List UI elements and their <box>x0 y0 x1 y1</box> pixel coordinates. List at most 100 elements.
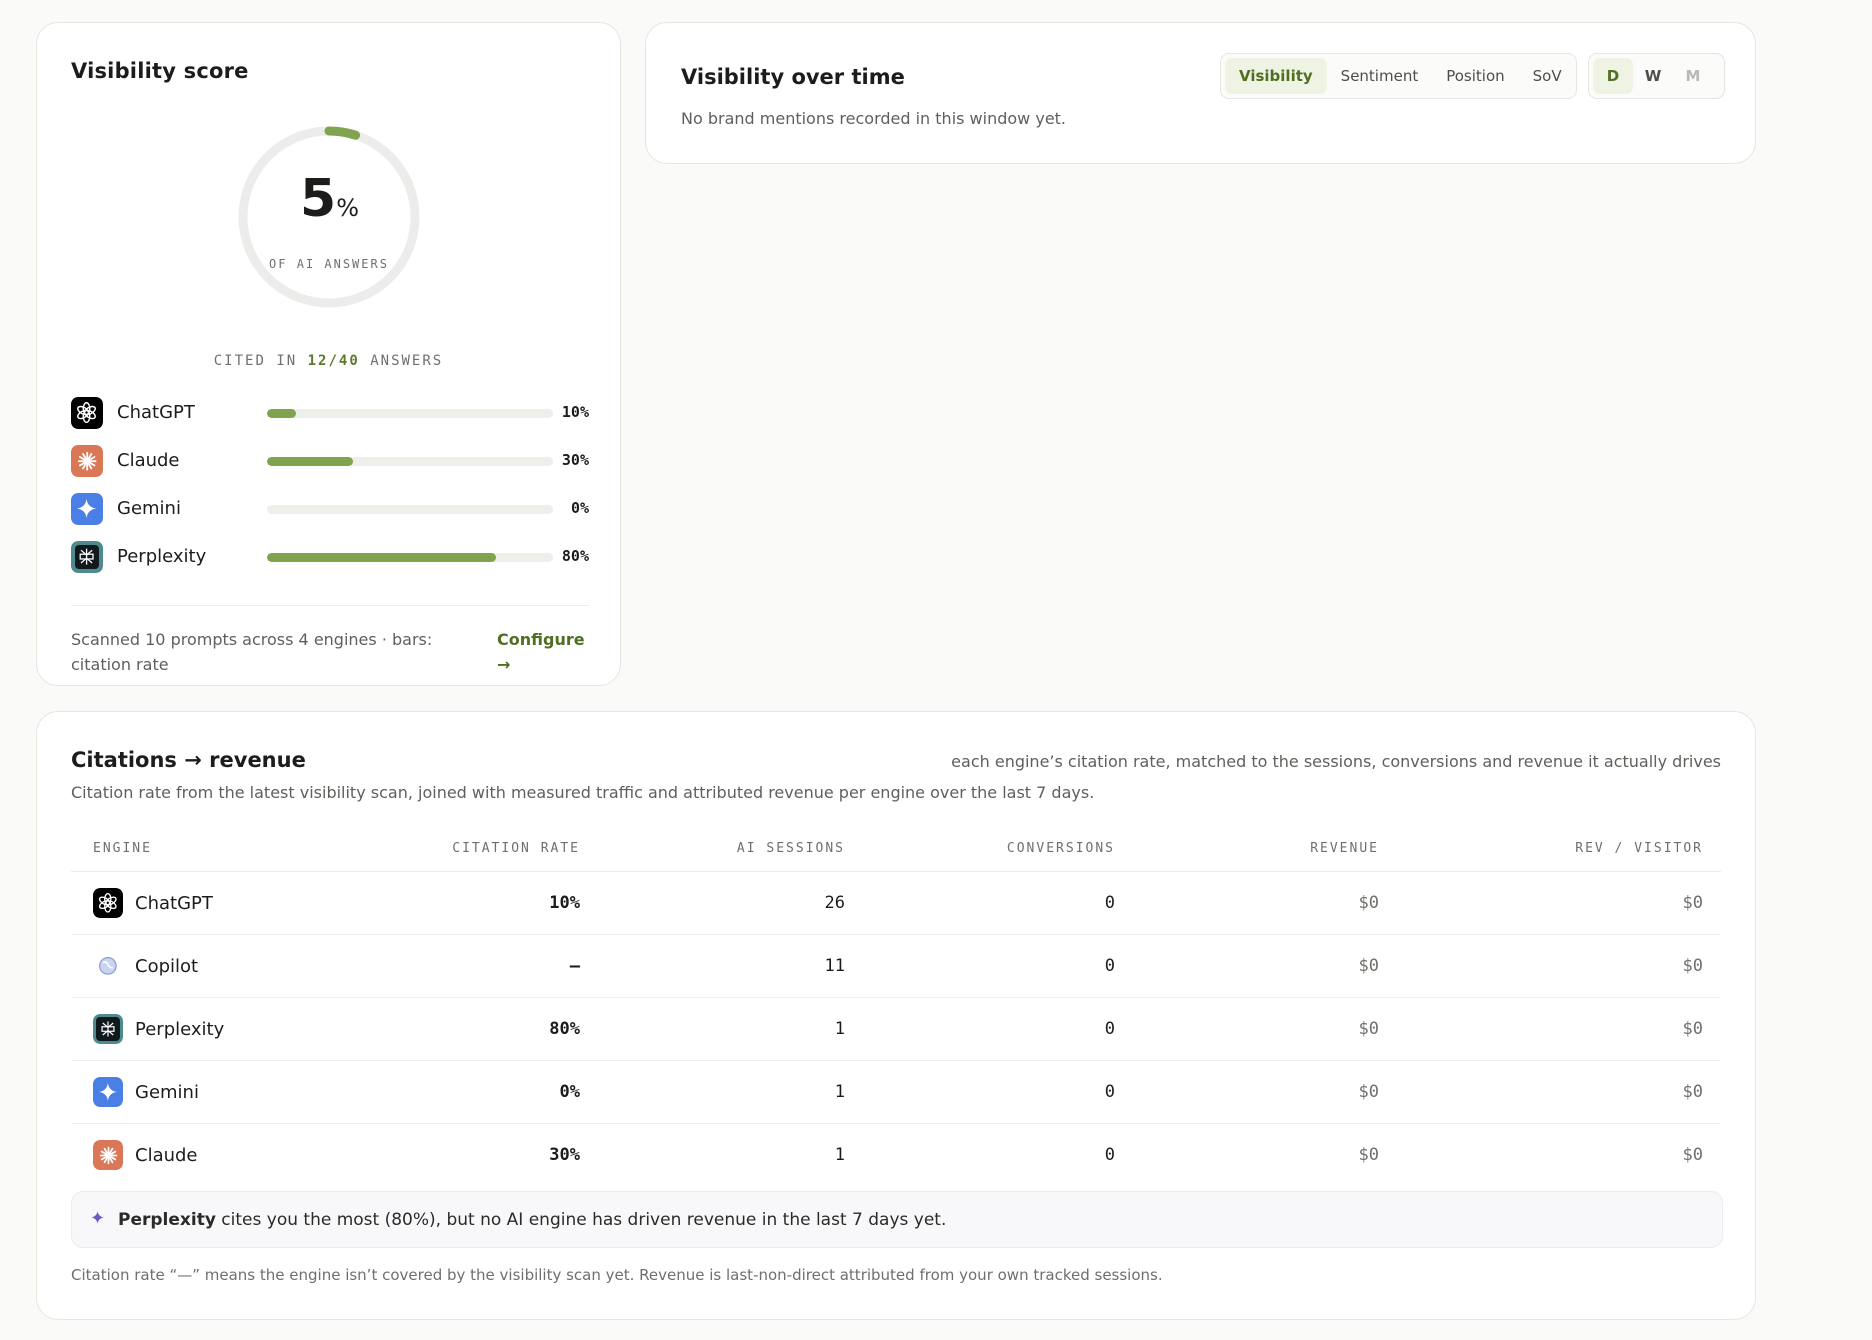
citation-rate-bar-fill <box>267 553 496 562</box>
visibility-score-card: Visibility score 5% OF AI ANSWERS CITED … <box>36 22 621 686</box>
citations-revenue-title: Citations → revenue <box>71 748 306 772</box>
engine-bar-row: Perplexity 80% <box>71 541 589 573</box>
ai-sessions-cell: 1 <box>834 1145 845 1165</box>
conversions-cell: 0 <box>1104 956 1115 976</box>
revenue-cell: $0 <box>1358 893 1379 913</box>
gemini-icon <box>71 493 103 525</box>
citation-rate-cell: — <box>569 956 580 976</box>
ai-sessions-cell: 1 <box>834 1082 845 1102</box>
ai-sessions-cell: 11 <box>824 956 845 976</box>
col-ai-sessions: AI SESSIONS <box>736 841 845 856</box>
engine-name: Gemini <box>117 498 181 519</box>
citation-rate-cell: 0% <box>559 1082 580 1102</box>
conversions-cell: 0 <box>1104 1082 1115 1102</box>
cited-prefix: CITED IN <box>213 353 298 369</box>
claude-icon <box>93 1140 123 1170</box>
engine-name: Gemini <box>135 1082 199 1103</box>
tab-position[interactable]: Position <box>1432 58 1518 94</box>
table-header: ENGINE CITATION RATE AI SESSIONS CONVERS… <box>71 824 1721 872</box>
engine-citation-rate: 10% <box>561 403 589 421</box>
arrow-right-icon: → <box>497 655 511 674</box>
ai-sessions-cell: 1 <box>834 1019 845 1039</box>
ai-sessions-cell: 26 <box>824 893 845 913</box>
configure-label: Configure <box>497 630 585 649</box>
citation-rate-cell: 80% <box>549 1019 580 1039</box>
range-d[interactable]: D <box>1593 58 1633 94</box>
copilot-icon <box>93 951 123 981</box>
visibility-score-title: Visibility score <box>71 59 249 83</box>
col-citation-rate: CITATION RATE <box>452 841 580 856</box>
visibility-score-value: 5% <box>237 169 421 229</box>
citation-rate-cell: 30% <box>549 1145 580 1165</box>
cited-count: 12/40 <box>307 353 360 369</box>
rev-per-visitor-cell: $0 <box>1682 893 1703 913</box>
citations-revenue-tagline: each engine’s citation rate, matched to … <box>951 752 1721 771</box>
tab-visibility[interactable]: Visibility <box>1225 58 1327 94</box>
ring-caption: OF AI ANSWERS <box>269 257 389 271</box>
citation-rate-bar <box>267 409 553 418</box>
rev-per-visitor-cell: $0 <box>1682 1019 1703 1039</box>
engine-bar-row: ChatGPT 10% <box>71 397 589 429</box>
col-rev-per-visitor: REV / VISITOR <box>1575 841 1703 856</box>
score-number: 5 <box>300 169 336 229</box>
rev-per-visitor-cell: $0 <box>1682 1082 1703 1102</box>
revenue-cell: $0 <box>1358 956 1379 976</box>
sparkle-icon: ✦ <box>90 1208 106 1229</box>
engine-citation-rate: 80% <box>561 547 589 565</box>
insight-detail: cites you the most (80%), but no AI engi… <box>215 1210 947 1230</box>
revenue-cell: $0 <box>1358 1145 1379 1165</box>
visibility-ring: 5% OF AI ANSWERS <box>237 125 421 309</box>
table-row[interactable]: ChatGPT 10% 26 0 $0 $0 <box>71 872 1721 935</box>
citations-revenue-subtitle: Citation rate from the latest visibility… <box>71 783 1095 802</box>
perplexity-icon <box>71 541 103 573</box>
chatgpt-icon <box>71 397 103 429</box>
engine-name: Perplexity <box>135 1019 225 1040</box>
range-toggle: DWM <box>1588 53 1725 99</box>
engine-bar-row: Claude 30% <box>71 445 589 477</box>
table-body: ChatGPT 10% 26 0 $0 $0 Copilot — 11 0 $0… <box>71 872 1721 1187</box>
revenue-cell: $0 <box>1358 1082 1379 1102</box>
scan-summary: Scanned 10 prompts across 4 engines · ba… <box>71 630 433 674</box>
cited-summary: CITED IN 12/40 ANSWERS <box>37 353 620 369</box>
tab-sov[interactable]: SoV <box>1519 58 1576 94</box>
table-row[interactable]: Perplexity 80% 1 0 $0 $0 <box>71 998 1721 1061</box>
engine-bar-row: Gemini 0% <box>71 493 589 525</box>
col-revenue: REVENUE <box>1310 841 1379 856</box>
cited-suffix: ANSWERS <box>370 353 444 369</box>
table-row[interactable]: Copilot — 11 0 $0 $0 <box>71 935 1721 998</box>
conversions-cell: 0 <box>1104 1019 1115 1039</box>
rev-per-visitor-cell: $0 <box>1682 1145 1703 1165</box>
engine-revenue-table: ENGINE CITATION RATE AI SESSIONS CONVERS… <box>71 824 1721 1187</box>
empty-state-text: No brand mentions recorded in this windo… <box>681 109 1067 128</box>
rev-per-visitor-cell: $0 <box>1682 956 1703 976</box>
table-footnote: Citation rate “—” means the engine isn’t… <box>71 1266 1163 1284</box>
claude-icon <box>71 445 103 477</box>
range-m[interactable]: M <box>1673 58 1713 94</box>
insight-engine: Perplexity <box>118 1210 216 1230</box>
revenue-cell: $0 <box>1358 1019 1379 1039</box>
insight-callout: ✦ Perplexity cites you the most (80%), b… <box>71 1191 1723 1248</box>
citation-rate-bar <box>267 553 553 562</box>
table-row[interactable]: Claude 30% 1 0 $0 $0 <box>71 1124 1721 1187</box>
table-row[interactable]: Gemini 0% 1 0 $0 $0 <box>71 1061 1721 1124</box>
engine-name: Claude <box>117 450 180 471</box>
chatgpt-icon <box>93 888 123 918</box>
engine-citation-rate: 0% <box>570 499 589 517</box>
engine-name: Copilot <box>135 956 199 977</box>
insight-text: Perplexity cites you the most (80%), but… <box>118 1210 946 1230</box>
citation-rate-bar-fill <box>267 409 296 418</box>
configure-link[interactable]: Configure → <box>497 627 585 677</box>
visibility-over-time-card: Visibility over time No brand mentions r… <box>645 22 1756 164</box>
tab-sentiment[interactable]: Sentiment <box>1327 58 1433 94</box>
visibility-over-time-title: Visibility over time <box>681 65 905 89</box>
metric-toggle: Visibility Sentiment Position SoV <box>1220 53 1577 99</box>
perplexity-icon <box>93 1014 123 1044</box>
engine-name: ChatGPT <box>117 402 195 423</box>
divider <box>71 605 589 606</box>
citation-rate-bar <box>267 457 553 466</box>
engine-name: Perplexity <box>117 546 207 567</box>
conversions-cell: 0 <box>1104 1145 1115 1165</box>
engine-citation-rate: 30% <box>561 451 589 469</box>
gemini-icon <box>93 1077 123 1107</box>
range-w[interactable]: W <box>1633 58 1673 94</box>
